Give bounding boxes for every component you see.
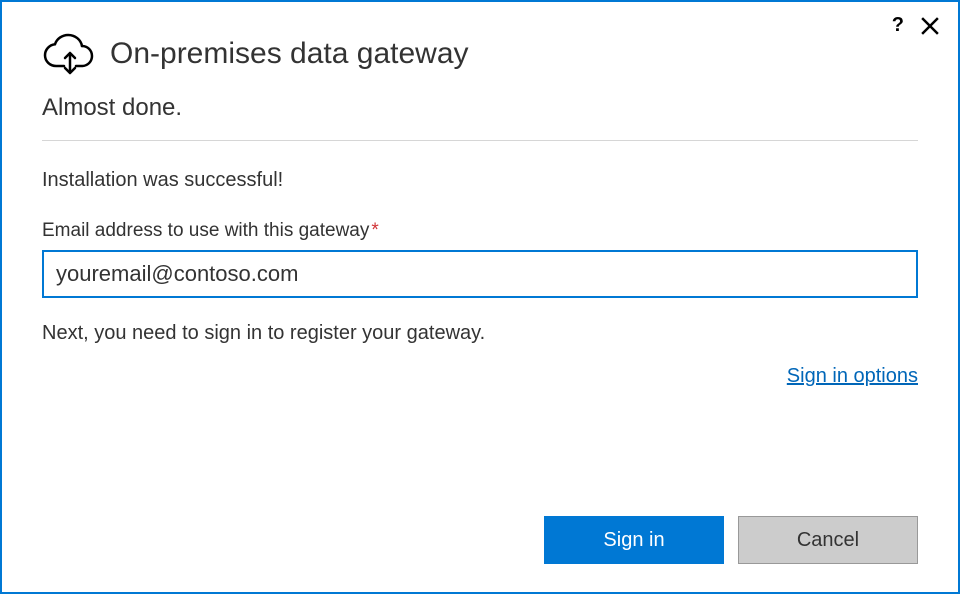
gateway-installer-window: ? On-premises data gateway Almost done. … — [0, 0, 960, 594]
close-icon[interactable] — [920, 16, 940, 36]
cancel-button[interactable]: Cancel — [738, 516, 918, 564]
content-area: Almost done. Installation was successful… — [2, 94, 958, 388]
required-indicator: * — [371, 220, 378, 241]
sign-in-button[interactable]: Sign in — [544, 516, 724, 564]
help-icon[interactable]: ? — [892, 14, 904, 37]
next-step-message: Next, you need to sign in to register yo… — [42, 322, 918, 345]
cloud-gateway-icon — [42, 32, 94, 76]
button-row: Sign in Cancel — [544, 516, 918, 564]
subheading: Almost done. — [42, 94, 918, 122]
header: On-premises data gateway — [2, 2, 958, 88]
email-label-text: Email address to use with this gateway — [42, 220, 369, 241]
link-row: Sign in options — [42, 365, 918, 388]
titlebar-controls: ? — [892, 14, 940, 37]
email-field[interactable] — [42, 250, 918, 298]
email-field-label: Email address to use with this gateway* — [42, 220, 918, 242]
divider — [42, 140, 918, 141]
close-x-svg — [921, 17, 939, 35]
install-success-message: Installation was successful! — [42, 169, 918, 192]
sign-in-options-link[interactable]: Sign in options — [787, 365, 918, 387]
page-title: On-premises data gateway — [110, 37, 469, 71]
